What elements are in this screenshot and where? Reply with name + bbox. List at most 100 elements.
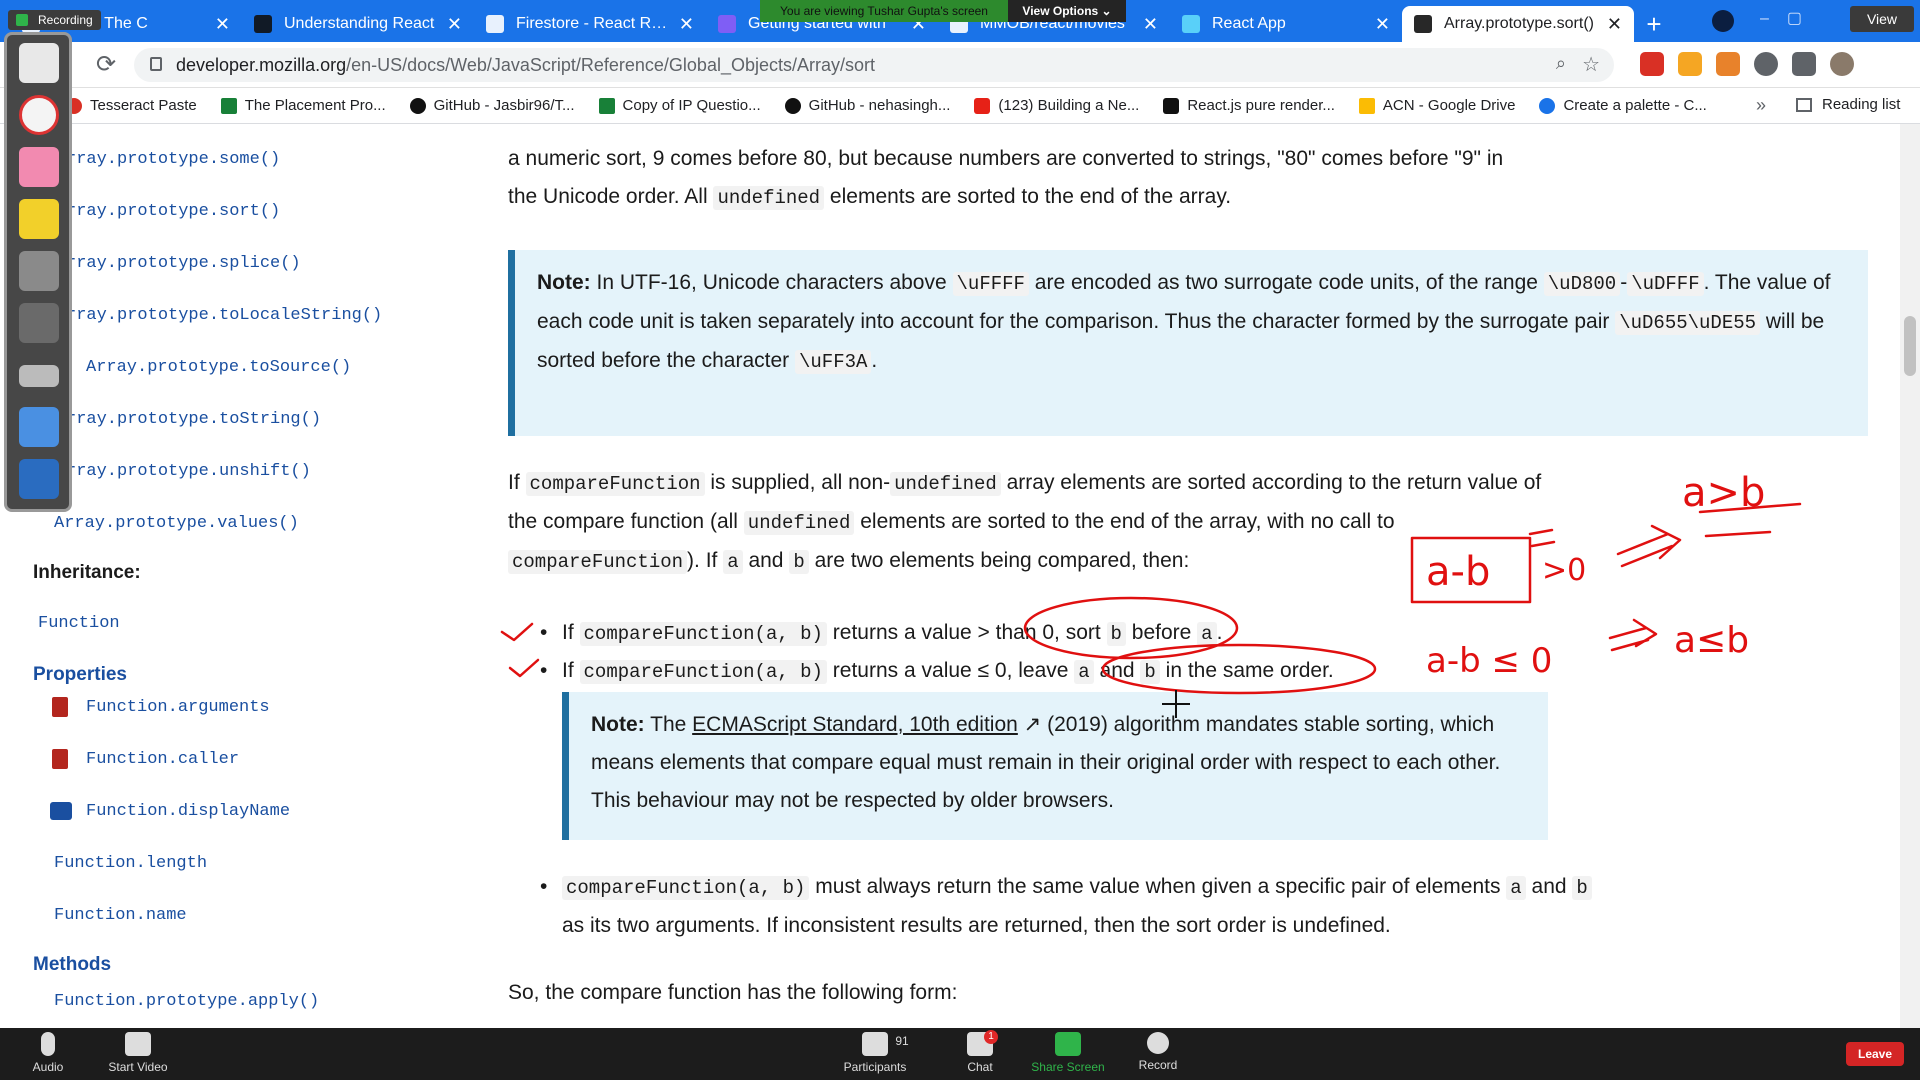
bookmark-label: Tesseract Paste bbox=[90, 97, 197, 114]
tab-close-icon[interactable]: ✕ bbox=[447, 14, 462, 35]
tab-close-icon[interactable]: ✕ bbox=[215, 14, 230, 35]
video-off-icon bbox=[125, 1032, 151, 1056]
new-tab-button[interactable]: + bbox=[1634, 6, 1674, 42]
item-text: before bbox=[1125, 621, 1198, 644]
bookmark-favicon-icon bbox=[220, 97, 237, 114]
browser-tab[interactable]: Firestore - React Redu ✕ bbox=[474, 6, 706, 42]
tab-close-icon[interactable]: ✕ bbox=[1607, 14, 1622, 35]
start-video-label: Start Video bbox=[108, 1060, 168, 1074]
tab-title: Understanding React bbox=[284, 15, 435, 32]
annotate-pen-icon[interactable] bbox=[19, 43, 59, 83]
bookmark-item[interactable]: React.js pure render... bbox=[1163, 97, 1335, 114]
tab-title: React App bbox=[1212, 15, 1286, 32]
browser-tab[interactable]: React App ✕ bbox=[1170, 6, 1402, 42]
select-cursor-icon[interactable] bbox=[19, 251, 59, 291]
extension-fox-icon[interactable] bbox=[1716, 52, 1740, 76]
magnifier-icon[interactable]: ⌕ bbox=[1556, 53, 1566, 74]
sidebar-link[interactable]: rray.prototype.toLocaleString() bbox=[66, 306, 382, 325]
bookmark-item[interactable]: GitHub - nehasingh... bbox=[784, 97, 950, 114]
extension-w-icon[interactable] bbox=[1678, 52, 1702, 76]
bookmark-item[interactable]: Copy of IP Questio... bbox=[598, 97, 761, 114]
leave-button[interactable]: Leave bbox=[1846, 1042, 1904, 1066]
ecmascript-standard-link[interactable]: ECMAScript Standard, 10th edition bbox=[692, 713, 1018, 736]
share-screen-button[interactable]: Share Screen bbox=[1030, 1032, 1106, 1074]
tab-close-icon[interactable]: ✕ bbox=[679, 14, 694, 35]
tab-close-icon[interactable]: ✕ bbox=[1375, 14, 1390, 35]
bookmark-star-icon[interactable]: ☆ bbox=[1582, 52, 1600, 77]
annotate-draw-icon[interactable] bbox=[19, 95, 59, 135]
browser-tab-active[interactable]: Array.prototype.sort() ✕ bbox=[1402, 6, 1634, 42]
sidebar-link[interactable]: rray.prototype.splice() bbox=[66, 254, 301, 273]
sidebar-link[interactable]: Function.displayName bbox=[86, 802, 290, 821]
chat-button[interactable]: Chat 1 bbox=[964, 1030, 998, 1074]
tab-title: Firestore - React Redu bbox=[516, 15, 671, 32]
zoom-view-button[interactable]: View bbox=[1850, 6, 1914, 32]
save-annotation-icon[interactable] bbox=[19, 459, 59, 499]
tab-favicon-icon bbox=[1182, 15, 1200, 33]
sidebar-link[interactable]: Function.name bbox=[54, 906, 187, 925]
item-text: and bbox=[1525, 875, 1573, 898]
code: b bbox=[789, 550, 809, 574]
methods-heading[interactable]: Methods bbox=[33, 954, 111, 976]
start-video-button[interactable]: Start Video bbox=[106, 1032, 170, 1074]
code: compareFunction(a, b) bbox=[579, 660, 827, 684]
properties-heading[interactable]: Properties bbox=[33, 664, 127, 686]
url-bar[interactable]: developer.mozilla.org/en-US/docs/Web/Jav… bbox=[134, 48, 1614, 82]
code-undefined: undefined bbox=[713, 186, 825, 210]
browser-tab[interactable]: Understanding React ✕ bbox=[242, 6, 474, 42]
sidebar-link[interactable]: Array.prototype.toSource() bbox=[86, 358, 351, 377]
sidebar-link[interactable]: Function.length bbox=[54, 854, 207, 873]
audio-button[interactable]: Audio bbox=[28, 1032, 68, 1074]
bookmark-item[interactable]: Tesseract Paste bbox=[66, 97, 197, 114]
sidebar-link[interactable]: Function.caller bbox=[86, 750, 239, 769]
bookmark-label: React.js pure render... bbox=[1187, 97, 1335, 114]
reading-list-button[interactable]: Reading list bbox=[1796, 96, 1900, 113]
reading-list-label: Reading list bbox=[1822, 96, 1901, 113]
sidebar-link[interactable]: Function.arguments bbox=[86, 698, 270, 717]
window-controls[interactable]: –▢ bbox=[1760, 8, 1820, 28]
lock-icon[interactable] bbox=[150, 57, 162, 71]
intro-text: the Unicode order. All bbox=[508, 185, 714, 208]
url-text: developer.mozilla.org/en-US/docs/Web/Jav… bbox=[176, 55, 875, 76]
tab-close-icon[interactable]: ✕ bbox=[1143, 14, 1158, 35]
bookmark-item[interactable]: Create a palette - C... bbox=[1539, 97, 1707, 114]
note-text: The bbox=[644, 713, 693, 736]
sidebar-link[interactable]: rray.prototype.some() bbox=[66, 150, 280, 169]
record-button[interactable]: Record bbox=[1138, 1032, 1178, 1072]
keyboard-icon[interactable] bbox=[19, 365, 59, 387]
item-text: . bbox=[1216, 621, 1223, 644]
bookmark-item[interactable]: (123) Building a Ne... bbox=[974, 97, 1139, 114]
share-screen-icon bbox=[1055, 1032, 1081, 1056]
page-scrollbar[interactable] bbox=[1900, 124, 1920, 1028]
extension-red-icon[interactable] bbox=[1640, 52, 1664, 76]
bookmark-item[interactable]: ACN - Google Drive bbox=[1358, 97, 1515, 114]
tab-favicon-icon bbox=[486, 15, 504, 33]
sidebar-link[interactable]: rray.prototype.toString() bbox=[66, 410, 321, 429]
sidebar-link[interactable]: rray.prototype.sort() bbox=[66, 202, 280, 221]
bookmark-favicon-icon bbox=[1163, 97, 1180, 114]
reload-icon[interactable]: ⟳ bbox=[96, 50, 116, 79]
whiteboard-icon[interactable] bbox=[19, 407, 59, 447]
sidebar-link[interactable]: Array.prototype.values() bbox=[54, 514, 299, 533]
scrollbar-thumb[interactable] bbox=[1904, 316, 1916, 376]
highlighter-icon[interactable] bbox=[19, 199, 59, 239]
profile-avatar[interactable] bbox=[1830, 52, 1854, 76]
bookmarks-overflow-icon[interactable]: » bbox=[1756, 95, 1766, 116]
eraser-icon[interactable] bbox=[19, 147, 59, 187]
non-standard-thumbs-down-icon bbox=[50, 802, 72, 820]
view-options-button[interactable]: View Options ⌄ bbox=[1008, 0, 1126, 22]
bookmark-item[interactable]: The Placement Pro... bbox=[220, 97, 386, 114]
extensions-puzzle-icon[interactable] bbox=[1792, 52, 1816, 76]
bookmark-item[interactable]: GitHub - Jasbir96/T... bbox=[409, 97, 575, 114]
code: a bbox=[1074, 660, 1094, 684]
sidebar-link[interactable]: rray.prototype.unshift() bbox=[66, 462, 311, 481]
code: undefined bbox=[743, 511, 855, 535]
extension-target-icon[interactable] bbox=[1754, 52, 1778, 76]
item-text: If bbox=[562, 621, 580, 644]
sidebar-link[interactable]: Function.prototype.apply() bbox=[54, 992, 319, 1011]
bookmark-favicon-icon bbox=[598, 97, 615, 114]
sidebar-link-function[interactable]: Function bbox=[38, 614, 120, 633]
tab-favicon-icon bbox=[1414, 15, 1432, 33]
spotlight-icon[interactable] bbox=[19, 303, 59, 343]
tab-search-icon[interactable] bbox=[1712, 10, 1734, 32]
